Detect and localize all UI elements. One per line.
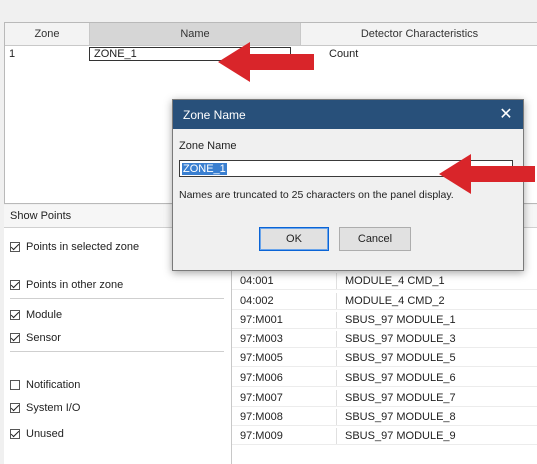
point-address: 97:M005: [232, 350, 337, 366]
point-address: 04:002: [232, 293, 337, 309]
ok-button[interactable]: OK: [259, 227, 329, 251]
column-header-zone[interactable]: Zone: [5, 23, 90, 45]
divider: [10, 298, 224, 299]
checkbox-label: Module: [26, 309, 63, 321]
checkbox-label: Unused: [26, 428, 64, 440]
checkbox-box[interactable]: [10, 429, 20, 439]
zone-number: 1: [9, 48, 16, 60]
table-row[interactable]: 97:M001 SBUS_97 MODULE_1: [232, 312, 537, 329]
zone-name-label: Zone Name: [179, 140, 237, 152]
table-row[interactable]: 97:M007 SBUS_97 MODULE_7: [232, 390, 537, 407]
point-address: 97:M006: [232, 370, 337, 386]
checkbox-box[interactable]: [10, 242, 20, 252]
checkbox-box[interactable]: [10, 380, 20, 390]
point-label: SBUS_97 MODULE_9: [345, 430, 456, 442]
checkbox-points-in-selected-zone[interactable]: Points in selected zone: [10, 241, 139, 253]
close-icon[interactable]: ✕: [497, 105, 515, 123]
point-label: MODULE_4 CMD_2: [345, 295, 445, 307]
point-label: SBUS_97 MODULE_6: [345, 372, 456, 384]
checkbox-sensor[interactable]: Sensor: [10, 332, 61, 344]
dialog-title-bar[interactable]: Zone Name ✕: [173, 100, 523, 129]
point-address: 04:001: [232, 273, 337, 289]
selected-text: ZONE_1: [182, 162, 227, 175]
red-arrow-icon: [218, 42, 314, 82]
checkbox-label: Points in selected zone: [26, 241, 140, 253]
table-row[interactable]: 04:001 MODULE_4 CMD_1: [232, 273, 537, 290]
column-header-detector[interactable]: Detector Characteristics: [301, 23, 537, 45]
point-label: SBUS_97 MODULE_3: [345, 333, 456, 345]
table-row[interactable]: 97:M009 SBUS_97 MODULE_9: [232, 428, 537, 445]
dialog-title: Zone Name: [183, 107, 246, 122]
checkbox-label: Sensor: [26, 332, 61, 344]
table-row[interactable]: 97:M008 SBUS_97 MODULE_8: [232, 409, 537, 426]
table-row[interactable]: 97:M005 SBUS_97 MODULE_5: [232, 350, 537, 367]
checkbox-label: Notification: [26, 379, 81, 391]
checkbox-box[interactable]: [10, 280, 20, 290]
red-arrow-icon: [439, 154, 535, 194]
checkbox-notification[interactable]: Notification: [10, 379, 80, 391]
checkbox-points-in-other-zone[interactable]: Points in other zone: [10, 279, 123, 291]
cancel-button[interactable]: Cancel: [339, 227, 411, 251]
checkbox-module[interactable]: Module: [10, 309, 62, 321]
checkbox-label: Points in other zone: [26, 279, 124, 291]
checkbox-system-io[interactable]: System I/O: [10, 402, 80, 414]
point-address: 97:M007: [232, 390, 337, 406]
checkbox-box[interactable]: [10, 333, 20, 343]
point-address: 97:M008: [232, 409, 337, 425]
table-row[interactable]: 97:M003 SBUS_97 MODULE_3: [232, 331, 537, 348]
divider: [10, 351, 224, 352]
point-label: SBUS_97 MODULE_7: [345, 392, 456, 404]
checkbox-box[interactable]: [10, 310, 20, 320]
checkbox-unused[interactable]: Unused: [10, 428, 64, 440]
point-label: SBUS_97 MODULE_8: [345, 411, 456, 423]
table-row[interactable]: 97:M006 SBUS_97 MODULE_6: [232, 370, 537, 387]
point-address: 97:M009: [232, 428, 337, 444]
checkbox-label: System I/O: [26, 402, 81, 414]
checkbox-box[interactable]: [10, 403, 20, 413]
point-address: 97:M003: [232, 331, 337, 347]
point-address: 97:M001: [232, 312, 337, 328]
point-label: SBUS_97 MODULE_5: [345, 352, 456, 364]
point-label: SBUS_97 MODULE_1: [345, 314, 456, 326]
truncation-note: Names are truncated to 25 characters on …: [179, 189, 454, 201]
table-row[interactable]: 04:002 MODULE_4 CMD_2: [232, 293, 537, 310]
point-label: MODULE_4 CMD_1: [345, 275, 445, 287]
